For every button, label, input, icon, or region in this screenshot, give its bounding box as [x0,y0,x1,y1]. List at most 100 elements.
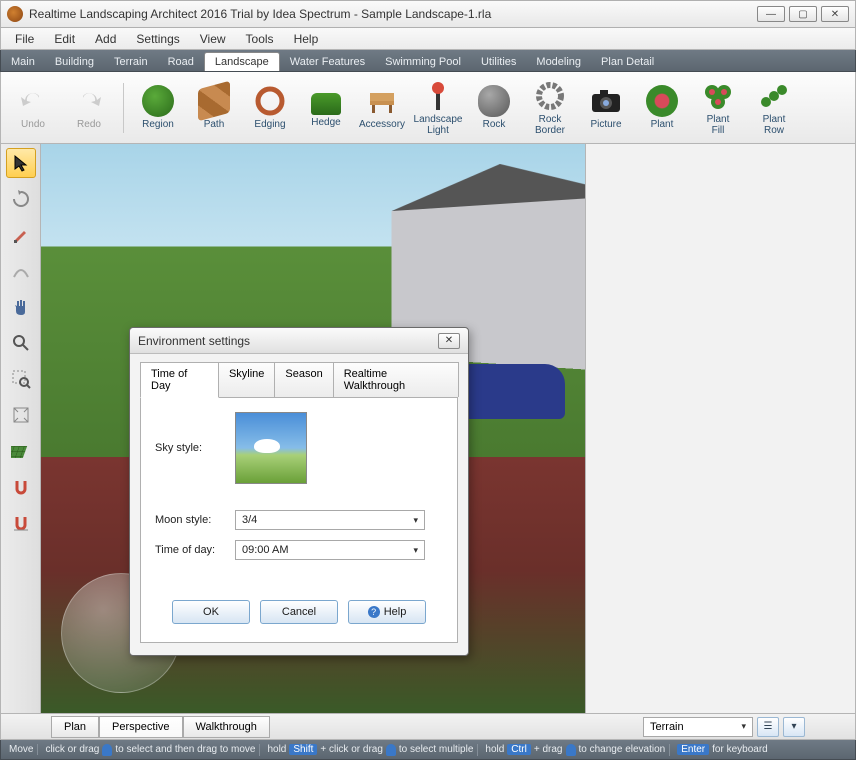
hedge-icon [311,93,341,115]
hedge-button[interactable]: Hedge [300,87,352,128]
help-button[interactable]: ?Help [348,600,426,624]
rock-border-icon [534,80,566,112]
rock-icon [478,85,510,117]
lamp-icon [422,80,454,112]
terrain-dropdown[interactable]: Terrain [643,717,753,737]
main-area: Environment settings ✕ Time of Day Skyli… [0,144,856,714]
tab-water-features[interactable]: Water Features [280,53,375,71]
path-button[interactable]: Path [188,85,240,130]
maximize-button[interactable]: ▢ [789,6,817,22]
mouse-icon [566,744,576,756]
rock-border-button[interactable]: Rock Border [524,80,576,136]
tab-road[interactable]: Road [158,53,204,71]
app-icon [7,6,23,22]
menu-view[interactable]: View [190,32,236,46]
camera-icon [590,85,622,117]
menu-edit[interactable]: Edit [44,32,85,46]
zoom-tool[interactable] [6,328,36,358]
menubar: File Edit Add Settings View Tools Help [0,28,856,50]
sky-style-picker[interactable] [235,412,307,484]
accessory-icon [366,85,398,117]
dialog-titlebar[interactable]: Environment settings ✕ [130,328,468,354]
sky-style-label: Sky style: [155,442,235,454]
moon-style-dropdown[interactable]: 3/4 [235,510,425,530]
mouse-icon [102,744,112,756]
layers-dropdown-button[interactable]: ▾ [783,717,805,737]
view-walkthrough[interactable]: Walkthrough [183,716,270,738]
tab-main[interactable]: Main [1,53,45,71]
edging-button[interactable]: Edging [244,85,296,130]
plant-button[interactable]: Plant [636,85,688,130]
zoom-region-tool[interactable] [6,364,36,394]
tab-swimming-pool[interactable]: Swimming Pool [375,53,471,71]
rotate-tool[interactable] [6,184,36,214]
grid-tool[interactable] [6,436,36,466]
status-mode: Move [5,744,38,755]
menu-tools[interactable]: Tools [236,32,284,46]
accessory-button[interactable]: Accessory [356,85,408,130]
zoom-extents-tool[interactable] [6,400,36,430]
tab-skyline[interactable]: Skyline [218,362,275,397]
dialog-title: Environment settings [138,334,250,348]
snap-tool[interactable] [6,472,36,502]
close-window-button[interactable]: ✕ [821,6,849,22]
edit-point-tool[interactable] [6,220,36,250]
menu-add[interactable]: Add [85,32,126,46]
ok-button[interactable]: OK [172,600,250,624]
view-tabs: Plan Perspective Walkthrough Terrain ☰ ▾ [0,714,856,740]
side-toolbar [1,144,41,713]
menu-help[interactable]: Help [284,32,329,46]
region-icon [142,85,174,117]
landscape-light-button[interactable]: Landscape Light [412,80,464,136]
layers-button[interactable]: ☰ [757,717,779,737]
dialog-tabs: Time of Day Skyline Season Realtime Walk… [140,362,458,398]
cancel-button[interactable]: Cancel [260,600,338,624]
dialog-close-button[interactable]: ✕ [438,333,460,349]
tab-modeling[interactable]: Modeling [526,53,591,71]
redo-button[interactable]: Redo [63,85,115,130]
region-button[interactable]: Region [132,85,184,130]
view-plan[interactable]: Plan [51,716,99,738]
properties-panel [585,144,855,713]
curve-tool[interactable] [6,256,36,286]
tab-plan-detail[interactable]: Plan Detail [591,53,664,71]
tab-building[interactable]: Building [45,53,104,71]
cursor-tool[interactable] [6,148,36,178]
tab-time-of-day[interactable]: Time of Day [140,362,219,398]
tab-terrain[interactable]: Terrain [104,53,158,71]
tab-season[interactable]: Season [274,362,333,397]
statusbar: Move click or drag to select and then dr… [0,740,856,760]
tab-realtime-walkthrough[interactable]: Realtime Walkthrough [333,362,459,397]
pan-tool[interactable] [6,292,36,322]
ctrl-key-hint: Ctrl [507,744,531,755]
picture-button[interactable]: Picture [580,85,632,130]
rock-button[interactable]: Rock [468,85,520,130]
time-of-day-dropdown[interactable]: 09:00 AM [235,540,425,560]
window-title: Realtime Landscaping Architect 2016 Tria… [29,7,491,21]
titlebar: Realtime Landscaping Architect 2016 Tria… [0,0,856,28]
view-perspective[interactable]: Perspective [99,716,182,738]
undo-button[interactable]: Undo [7,85,59,130]
redo-icon [73,85,105,117]
enter-key-hint: Enter [677,744,709,755]
time-of-day-label: Time of day: [155,544,235,556]
toolbar-separator [123,83,124,133]
plant-fill-button[interactable]: Plant Fill [692,80,744,136]
plant-fill-icon [702,80,734,112]
minimize-button[interactable]: — [757,6,785,22]
ribbon-tabs: Main Building Terrain Road Landscape Wat… [0,50,856,72]
tab-utilities[interactable]: Utilities [471,53,526,71]
edging-icon [254,85,286,117]
menu-file[interactable]: File [5,32,44,46]
undo-icon [17,85,49,117]
plant-row-icon [758,80,790,112]
plant-icon [646,85,678,117]
tab-landscape[interactable]: Landscape [204,52,280,71]
plant-row-button[interactable]: Plant Row [748,80,800,136]
shift-key-hint: Shift [289,744,317,755]
menu-settings[interactable]: Settings [126,32,189,46]
moon-style-label: Moon style: [155,514,235,526]
snap-angle-tool[interactable] [6,508,36,538]
path-icon [198,81,230,122]
mouse-icon [386,744,396,756]
